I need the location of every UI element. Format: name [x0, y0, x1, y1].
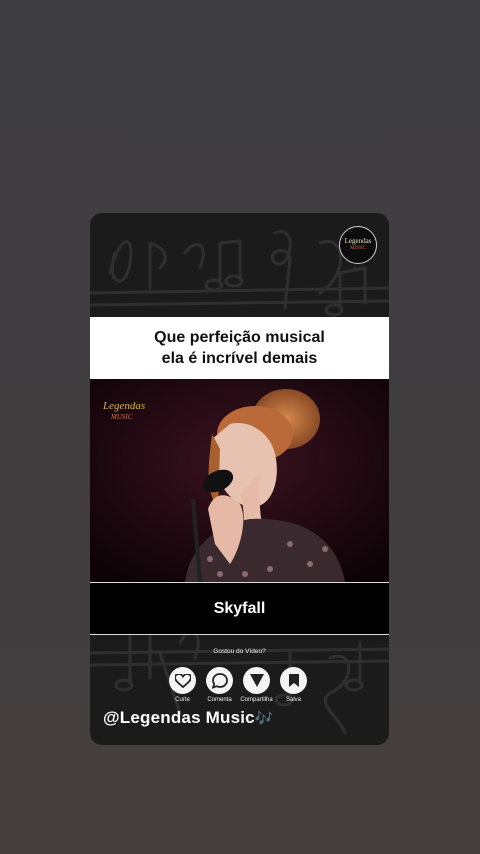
share-action[interactable]: Compartilha: [240, 667, 273, 703]
caption-line-1: Que perfeição musical: [154, 329, 325, 346]
like-action[interactable]: Curte: [168, 667, 197, 703]
like-prompt: Gostou do Vídeo?: [213, 648, 266, 655]
comment-button[interactable]: [206, 667, 233, 694]
video-player[interactable]: Legendas MUSIC: [90, 379, 389, 582]
action-buttons: Curte Comenta Compartilha Salva: [168, 667, 308, 703]
song-title: Skyfall: [213, 599, 266, 617]
watermark-text: Legendas: [103, 400, 146, 412]
like-button[interactable]: [169, 667, 196, 694]
like-label: Curte: [175, 697, 190, 703]
song-title-bar: Skyfall: [90, 582, 389, 635]
channel-handle[interactable]: @Legendas Music🎶: [103, 708, 274, 728]
music-notes-emoji: 🎶: [254, 710, 274, 727]
story-card: Legendas MUSIC Que perfeição musical ela…: [90, 213, 389, 745]
watermark-subtext: MUSIC: [111, 413, 133, 421]
logo-text-line1: Legendas: [344, 237, 372, 245]
channel-logo[interactable]: Legendas MUSIC: [339, 226, 377, 264]
comment-icon: [211, 672, 228, 689]
share-button[interactable]: [243, 667, 270, 694]
share-icon: [249, 674, 264, 687]
video-watermark: Legendas MUSIC: [103, 401, 145, 423]
share-label: Compartilha: [240, 697, 273, 703]
bookmark-icon: [288, 674, 299, 687]
handle-text: @Legendas Music: [103, 708, 255, 727]
save-action[interactable]: Salva: [279, 667, 308, 703]
caption-line-2: ela é incrível demais: [161, 350, 318, 367]
comment-action[interactable]: Comenta: [205, 667, 234, 703]
logo-text-line2: MUSIC: [350, 246, 366, 251]
save-label: Salva: [285, 697, 301, 703]
save-button[interactable]: [280, 667, 307, 694]
comment-label: Comenta: [207, 697, 232, 703]
heart-icon: [174, 673, 191, 688]
caption-box: Que perfeição musical ela é incrível dem…: [90, 317, 389, 379]
